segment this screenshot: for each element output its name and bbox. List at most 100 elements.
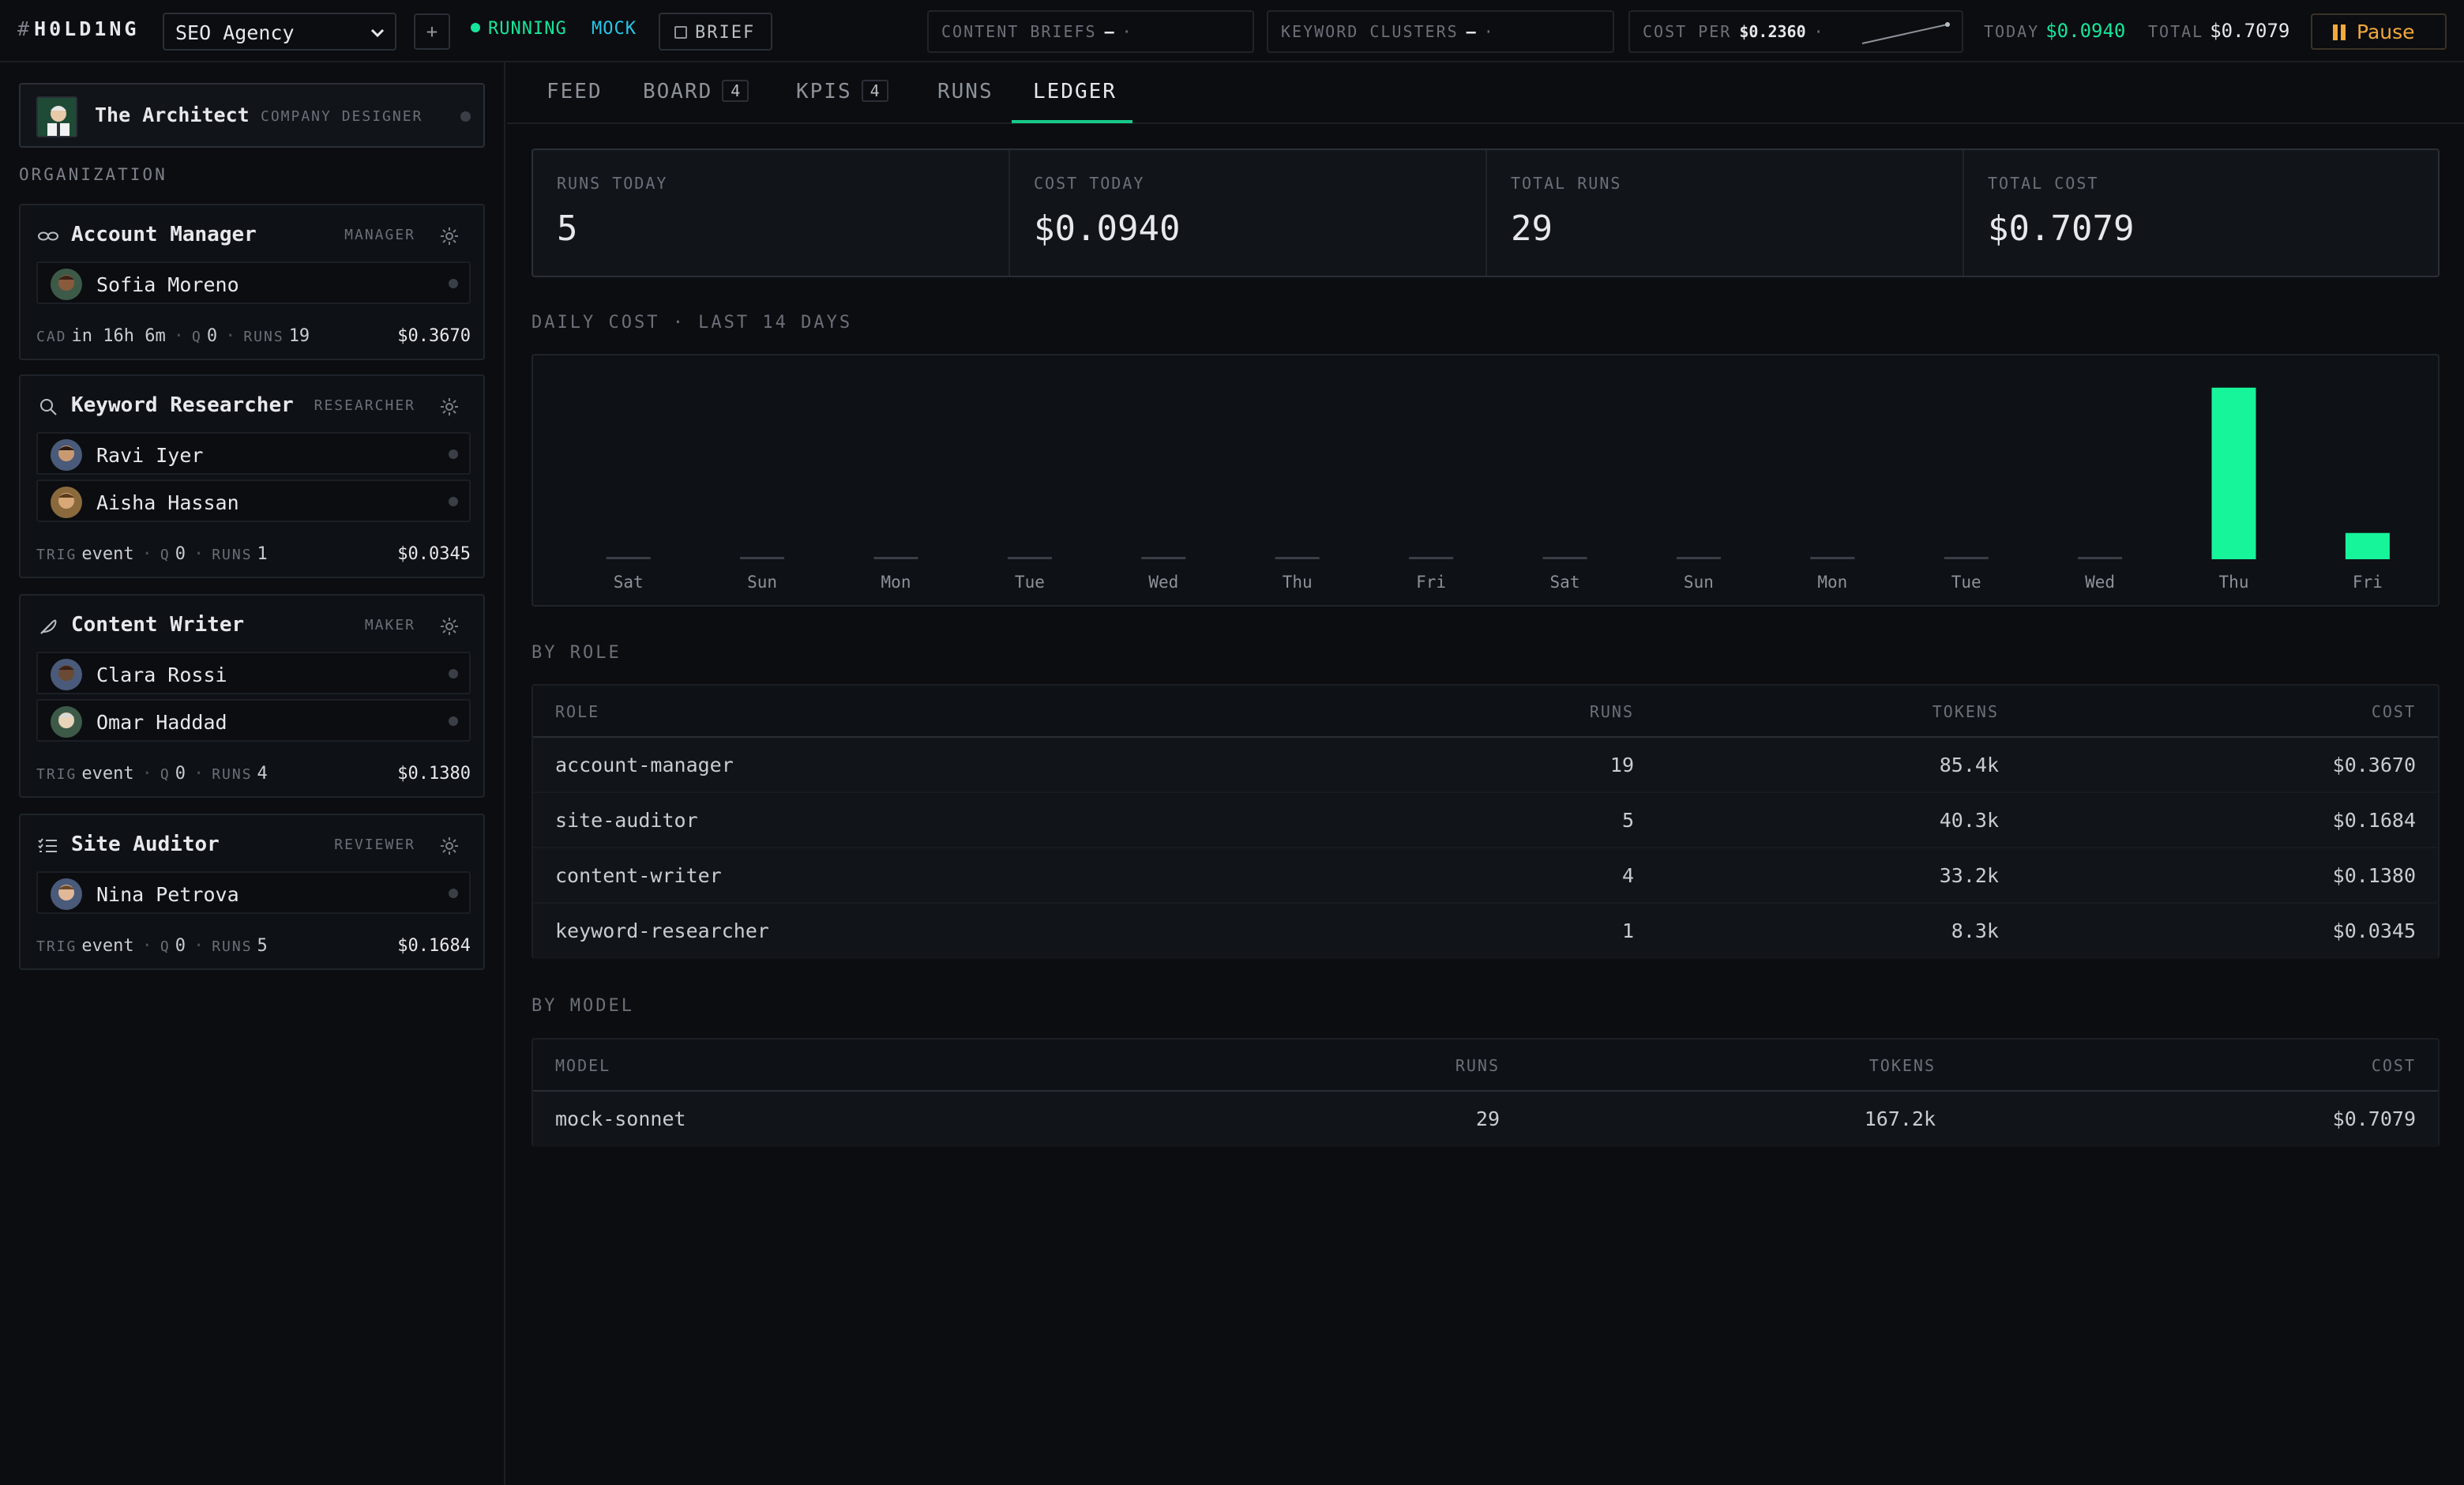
role-footer: TRIG event · Q 0 · RUNS 5 $0.1684 <box>36 936 471 956</box>
tab-bar: FEED BOARD 4 KPIS 4 RUNS LEDGER <box>507 62 2464 124</box>
top-bar: # H0LD1NG SEO Agency + RUNNING MOCK BRIEF… <box>0 0 2464 62</box>
role-card-content-writer[interactable]: Content Writer MAKER Clara Rossi Omar Ha… <box>19 594 485 798</box>
role-card-site-auditor[interactable]: Site Auditor REVIEWER Nina Petrova TRIG e… <box>19 814 485 970</box>
agent-status-dot <box>449 889 458 898</box>
bar-sat-7 <box>1542 557 1587 559</box>
tab-runs[interactable]: RUNS <box>937 80 993 103</box>
daily-cost-chart: Sat Sun Mon Tue Wed Thu Fri Sat Sun Mon Tue Wed Thu F… <box>531 354 2440 607</box>
x-tick-label: Thu <box>2219 573 2249 592</box>
by-model-table: MODEL RUNS TOKENS COST mock-sonnet 29 16… <box>531 1038 2440 1147</box>
agent-status-dot <box>449 497 458 506</box>
avatar <box>51 878 82 910</box>
bar-thu-5 <box>1275 557 1320 559</box>
company-select[interactable]: SEO Agency <box>163 13 396 51</box>
search-icon <box>40 399 57 415</box>
sidebar: The Architect COMPANY DESIGNER ORGANIZAT… <box>0 62 505 1485</box>
kpi-total-runs: TOTAL RUNS 29 <box>1487 150 1964 276</box>
content-briefs-metric: CONTENT BRIEFS — · <box>927 10 1254 53</box>
bar-fri-6 <box>1409 557 1454 559</box>
organization-label: ORGANIZATION <box>19 165 167 184</box>
avatar <box>51 269 82 300</box>
tab-board[interactable]: BOARD 4 <box>643 80 749 103</box>
x-tick-label: Thu <box>1283 573 1313 592</box>
role-tag: RESEARCHER <box>314 397 415 414</box>
table-row[interactable]: keyword-researcher 1 8.3k $0.0345 <box>533 904 2438 959</box>
architect-avatar <box>36 96 77 137</box>
table-row[interactable]: account-manager 19 85.4k $0.3670 <box>533 738 2438 793</box>
x-tick-label: Tue <box>1951 573 1981 592</box>
role-footer: TRIG event · Q 0 · RUNS 4 $0.1380 <box>36 764 471 784</box>
role-cost: $0.1380 <box>397 764 471 784</box>
daily-cost-title: DAILY COST · LAST 14 DAYS <box>531 313 853 333</box>
gear-icon[interactable] <box>438 615 461 638</box>
role-tag: REVIEWER <box>334 836 415 853</box>
agent-status-dot <box>449 449 458 459</box>
running-dot-icon <box>471 23 480 32</box>
cost-sparkline <box>1861 22 1950 44</box>
document-icon <box>674 26 687 39</box>
kpi-cost-today: COST TODAY $0.0940 <box>1010 150 1487 276</box>
bar-mon-2 <box>873 557 918 559</box>
agent-row-ravi-iyer[interactable]: Ravi Iyer <box>36 432 471 475</box>
brief-button[interactable]: BRIEF <box>659 13 772 51</box>
table-header: MODEL RUNS TOKENS COST <box>533 1040 2438 1092</box>
agent-row-clara-rossi[interactable]: Clara Rossi <box>36 652 471 694</box>
x-tick-label: Wed <box>2085 573 2115 592</box>
table-row[interactable]: site-auditor 5 40.3k $0.1684 <box>533 793 2438 848</box>
gear-icon[interactable] <box>438 224 461 248</box>
agent-status-dot <box>449 669 458 679</box>
total-cost: TOTAL $0.7079 <box>2148 20 2290 42</box>
x-tick-label: Sat <box>614 573 644 592</box>
tab-kpis[interactable]: KPIS 4 <box>796 80 888 103</box>
table-header: ROLE RUNS TOKENS COST <box>533 686 2438 738</box>
role-card-account-manager[interactable]: Account Manager MANAGER Sofia Moreno CAD… <box>19 204 485 360</box>
architect-card[interactable]: The Architect COMPANY DESIGNER <box>19 83 485 148</box>
avatar <box>51 706 82 738</box>
agent-row-sofia-moreno[interactable]: Sofia Moreno <box>36 261 471 304</box>
role-title: Account Manager <box>71 223 257 246</box>
x-tick-label: Sat <box>1550 573 1580 592</box>
tab-count-badge: 4 <box>861 80 888 102</box>
by-model-title: BY MODEL <box>531 996 634 1016</box>
agent-name: Nina Petrova <box>96 883 239 906</box>
bar-tue-10 <box>1944 557 1989 559</box>
tab-ledger[interactable]: LEDGER <box>1033 80 1117 103</box>
role-title: Content Writer <box>71 613 245 637</box>
table-row[interactable]: content-writer 4 33.2k $0.1380 <box>533 848 2438 904</box>
agent-row-aisha-hassan[interactable]: Aisha Hassan <box>36 479 471 522</box>
by-role-table: ROLE RUNS TOKENS COST account-manager 19… <box>531 684 2440 959</box>
agent-row-omar-haddad[interactable]: Omar Haddad <box>36 699 471 742</box>
role-cost: $0.0345 <box>397 544 471 564</box>
x-tick-label: Mon <box>881 573 911 592</box>
daily-cost-svg: Sat Sun Mon Tue Wed Thu Fri Sat Sun Mon Tue Wed Thu F… <box>606 387 2390 592</box>
feather-icon <box>40 619 57 634</box>
add-company-button[interactable]: + <box>414 13 450 50</box>
tab-feed[interactable]: FEED <box>547 80 603 103</box>
x-tick-label: Sun <box>747 573 777 592</box>
pause-button[interactable]: Pause <box>2311 13 2447 50</box>
role-card-keyword-researcher[interactable]: Keyword Researcher RESEARCHER Ravi Iyer … <box>19 374 485 578</box>
avatar <box>51 659 82 690</box>
gear-icon[interactable] <box>438 834 461 858</box>
gear-icon[interactable] <box>438 395 461 419</box>
agent-name: Clara Rossi <box>96 664 227 686</box>
x-tick-label: Mon <box>1817 573 1847 592</box>
agent-row-nina-petrova[interactable]: Nina Petrova <box>36 871 471 914</box>
role-footer: TRIG event · Q 0 · RUNS 1 $0.0345 <box>36 544 471 564</box>
x-tick-label: Wed <box>1148 573 1178 592</box>
bar-sun-8 <box>1676 557 1721 559</box>
bar-thu-12 <box>2211 387 2256 559</box>
x-tick-label: Tue <box>1015 573 1045 592</box>
bar-wed-4 <box>1141 557 1186 559</box>
architect-role: COMPANY DESIGNER <box>261 108 423 125</box>
agent-name: Sofia Moreno <box>96 273 239 296</box>
role-cost: $0.1684 <box>397 936 471 956</box>
agent-status-dot <box>449 716 458 726</box>
app-logo: # H0LD1NG <box>17 17 140 40</box>
table-row[interactable]: mock-sonnet 29 167.2k $0.7079 <box>533 1092 2438 1147</box>
agent-status-dot <box>449 279 458 288</box>
running-status: RUNNING <box>471 19 567 39</box>
role-title: Keyword Researcher <box>71 393 294 417</box>
x-tick-label: Fri <box>1416 573 1446 592</box>
agent-name: Omar Haddad <box>96 711 227 734</box>
